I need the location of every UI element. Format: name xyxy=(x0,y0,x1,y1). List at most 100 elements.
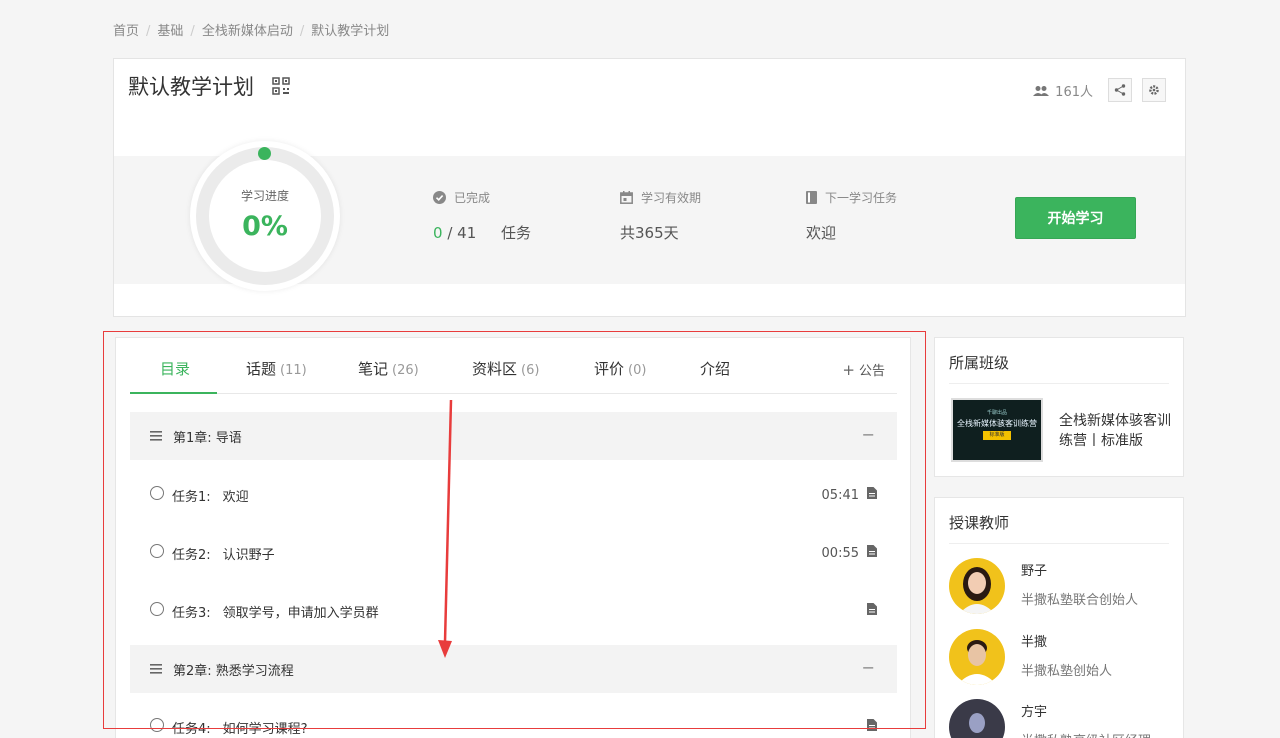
task-status-circle xyxy=(150,718,164,732)
avatar[interactable] xyxy=(949,699,1005,738)
collapse-icon[interactable]: − xyxy=(862,658,875,677)
plan-header-card: 默认教学计划 161人 学习进度 0% 已完成 0 / 41 任务 学习有效期 … xyxy=(113,58,1186,317)
task-status-circle xyxy=(150,602,164,616)
tab-label: 话题 xyxy=(246,360,277,378)
validity-value: 共365天 xyxy=(620,224,679,242)
tab-label: 目录 xyxy=(160,360,191,378)
share-button[interactable] xyxy=(1108,78,1132,102)
avatar[interactable] xyxy=(949,629,1005,685)
document-icon xyxy=(867,603,877,615)
class-section-title: 所属班级 xyxy=(949,354,1010,372)
tab-label: 笔记 xyxy=(358,360,389,378)
tab-notes[interactable]: 笔记 (26) xyxy=(358,358,419,379)
tab-count: (0) xyxy=(628,363,647,378)
tab-catalog[interactable]: 目录 xyxy=(160,358,190,379)
breadcrumb-home[interactable]: 首页 xyxy=(113,24,139,39)
teacher-item[interactable]: 方宇 半撒私塾高级社区经理 xyxy=(949,699,1179,738)
start-learning-button[interactable]: 开始学习 xyxy=(1015,197,1136,239)
tab-topics[interactable]: 话题 (11) xyxy=(246,358,307,379)
next-task-value[interactable]: 欢迎 xyxy=(806,222,897,243)
task-item[interactable]: 任务1: 欢迎 05:41 xyxy=(130,466,897,524)
gear-icon xyxy=(1149,85,1159,95)
task-item[interactable]: 任务2: 认识野子 00:55 xyxy=(130,524,897,582)
course-content-card: 目录 话题 (11) 笔记 (26) 资料区 (6) 评价 (0) 介绍 + 公告 第1章… xyxy=(115,337,911,738)
settings-button[interactable] xyxy=(1142,78,1166,102)
share-icon xyxy=(1114,84,1126,96)
active-tab-indicator xyxy=(130,392,217,394)
tab-label: 介绍 xyxy=(700,360,731,378)
task-status-circle xyxy=(150,486,164,500)
stat-completed: 已完成 0 / 41 任务 xyxy=(433,189,531,243)
book-icon xyxy=(806,191,817,204)
tab-materials[interactable]: 资料区 (6) xyxy=(472,358,539,379)
plus-icon: + xyxy=(842,361,855,379)
tab-intro[interactable]: 介绍 xyxy=(700,358,730,379)
task-title: 领取学号，申请加入学员群 xyxy=(222,605,379,621)
stat-next-task: 下一学习任务 欢迎 xyxy=(806,189,897,243)
breadcrumb-current: 默认教学计划 xyxy=(311,24,390,39)
page-title: 默认教学计划 xyxy=(128,75,254,99)
collapse-icon[interactable]: − xyxy=(862,425,875,444)
tab-count: (26) xyxy=(392,363,419,378)
chapter-header[interactable]: 第1章: 导语 − xyxy=(130,412,897,460)
tab-label: 资料区 xyxy=(472,360,518,378)
task-number: 任务3: xyxy=(172,605,211,621)
class-thumbnail[interactable]: 千聊出品 全栈新媒体骇客训练营 标准版 xyxy=(951,398,1043,462)
task-number: 任务2: xyxy=(172,547,211,563)
breadcrumb-separator: / xyxy=(299,24,305,39)
completed-count: 0 xyxy=(433,224,443,242)
stat-validity-label: 学习有效期 xyxy=(641,191,702,205)
teacher-item[interactable]: 半撒 半撒私塾创始人 xyxy=(949,629,1179,689)
teacher-photo xyxy=(949,699,1005,738)
task-item[interactable]: 任务3: 领取学号，申请加入学员群 xyxy=(130,582,897,640)
task-title: 认识野子 xyxy=(222,547,275,563)
teacher-role: 半撒私塾高级社区经理 xyxy=(1021,730,1151,738)
tab-count: (11) xyxy=(280,363,307,378)
tab-count: (6) xyxy=(521,363,540,378)
stat-validity: 学习有效期 共365天 xyxy=(620,189,701,243)
class-card: 所属班级 千聊出品 全栈新媒体骇客训练营 标准版 全栈新媒体骇客训练营丨标准版 xyxy=(934,337,1184,477)
qrcode-icon[interactable] xyxy=(272,77,290,95)
avatar[interactable] xyxy=(949,558,1005,614)
task-status-circle xyxy=(150,544,164,558)
task-duration: 05:41 xyxy=(821,487,859,503)
document-icon xyxy=(867,719,877,731)
task-duration: 00:55 xyxy=(821,545,859,561)
breadcrumb-separator: / xyxy=(146,24,151,39)
progress-value: 0% xyxy=(242,211,288,242)
users-icon xyxy=(1033,85,1050,96)
menu-icon xyxy=(150,431,162,441)
teacher-role: 半撒私塾创始人 xyxy=(1021,664,1113,679)
tab-reviews[interactable]: 评价 (0) xyxy=(594,358,646,379)
tab-label: 评价 xyxy=(594,360,625,378)
teacher-name[interactable]: 野子 xyxy=(1021,560,1047,579)
teacher-role: 半撒私塾联合创始人 xyxy=(1021,593,1139,608)
class-thumbnail-caption: 千聊出品 xyxy=(986,410,1007,416)
announcement-button[interactable]: + 公告 xyxy=(842,360,885,379)
calendar-icon xyxy=(620,191,633,204)
document-icon xyxy=(867,545,877,557)
annotation-arrow xyxy=(438,400,453,658)
announcement-label: 公告 xyxy=(858,364,885,379)
check-circle-icon xyxy=(433,191,446,204)
divider xyxy=(949,383,1169,384)
document-icon xyxy=(867,487,877,499)
breadcrumb-course[interactable]: 全栈新媒体启动 xyxy=(202,24,293,39)
stat-next-label: 下一学习任务 xyxy=(825,191,898,205)
task-item[interactable]: 任务4: 如何学习课程? xyxy=(130,698,897,738)
breadcrumb-basics[interactable]: 基础 xyxy=(157,24,183,39)
chapter-header[interactable]: 第2章: 熟悉学习流程 − xyxy=(130,645,897,693)
class-name-link[interactable]: 全栈新媒体骇客训练营丨标准版 xyxy=(1059,411,1177,451)
completed-total: / 41 xyxy=(447,224,477,242)
chapter-title: 第2章: 熟悉学习流程 xyxy=(173,663,294,679)
teacher-item[interactable]: 野子 半撒私塾联合创始人 xyxy=(949,558,1179,618)
teachers-card: 授课教师 野子 半撒私塾联合创始人 半撒 半撒私塾创始人 方宇 xyxy=(934,497,1184,738)
breadcrumb: 首页 / 基础 / 全栈新媒体启动 / 默认教学计划 xyxy=(113,20,389,39)
teacher-name[interactable]: 方宇 xyxy=(1021,701,1047,720)
teacher-photo xyxy=(949,629,1005,685)
teachers-section-title: 授课教师 xyxy=(949,514,1010,532)
teacher-name[interactable]: 半撒 xyxy=(1021,631,1047,650)
teacher-photo xyxy=(949,558,1005,614)
task-number: 任务1: xyxy=(172,489,211,505)
completed-unit: 任务 xyxy=(501,224,532,242)
